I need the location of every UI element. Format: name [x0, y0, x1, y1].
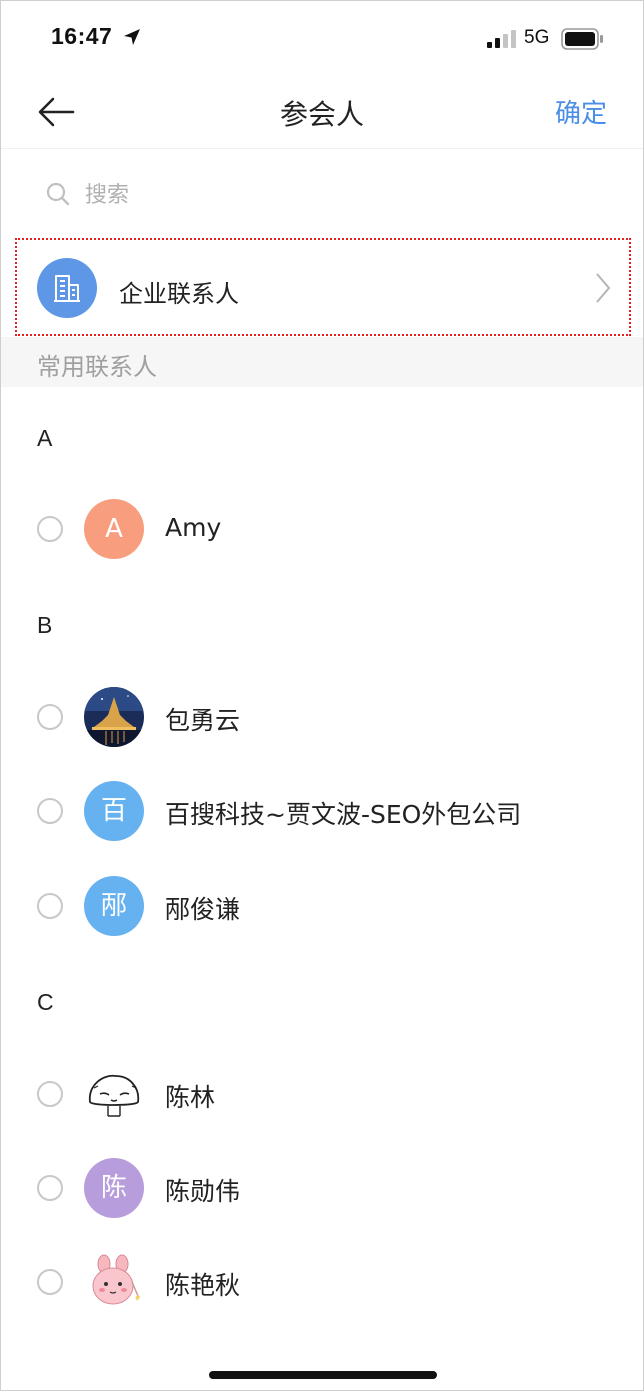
- index-letter: B: [37, 612, 53, 638]
- avatar: 邴: [84, 876, 144, 936]
- contact-name: 邴俊谦: [165, 895, 241, 924]
- chevron-right-icon: [596, 273, 611, 303]
- location-arrow-icon: [124, 29, 140, 45]
- avatar: A: [84, 499, 144, 559]
- avatar-photo: [84, 687, 144, 747]
- contact-row[interactable]: 陈林: [1, 1054, 643, 1134]
- status-bar: 16:47 5G: [1, 1, 643, 75]
- contact-row[interactable]: A Amy: [1, 489, 643, 569]
- contact-name: 陈勋伟: [165, 1177, 241, 1206]
- pink-bunny-icon: [92, 1254, 141, 1305]
- search-bar: [37, 167, 609, 223]
- castle-photo-icon: [84, 687, 144, 747]
- select-radio[interactable]: [37, 1269, 63, 1295]
- sketch-face-icon: [89, 1074, 140, 1117]
- select-radio[interactable]: [37, 704, 63, 730]
- index-letter: A: [37, 425, 53, 451]
- avatar-photo: [84, 1064, 144, 1124]
- home-indicator[interactable]: [209, 1371, 437, 1379]
- signal-icon: [487, 30, 516, 48]
- avatar-photo: [84, 1252, 144, 1312]
- contact-name: 包勇云: [165, 706, 241, 735]
- contact-name: Amy: [165, 513, 222, 542]
- section-title: 常用联系人: [37, 353, 157, 381]
- search-input[interactable]: [85, 175, 585, 215]
- enterprise-label: 企业联系人: [119, 280, 239, 308]
- nav-bar: 参会人 确定: [1, 75, 643, 149]
- avatar: 百: [84, 781, 144, 841]
- contact-row[interactable]: 邴 邴俊谦: [1, 866, 643, 946]
- select-radio[interactable]: [37, 1081, 63, 1107]
- page-title: 参会人: [279, 98, 364, 131]
- search-icon: [46, 182, 70, 206]
- enterprise-avatar: [37, 258, 97, 318]
- contact-row[interactable]: 陈艳秋: [1, 1242, 643, 1322]
- section-header: 常用联系人: [1, 337, 643, 387]
- select-radio[interactable]: [37, 798, 63, 824]
- select-radio[interactable]: [37, 893, 63, 919]
- contact-row[interactable]: 百 百搜科技~贾文波-SEO外包公司: [1, 771, 643, 851]
- select-radio[interactable]: [37, 516, 63, 542]
- confirm-button[interactable]: 确定: [555, 93, 607, 130]
- contact-row[interactable]: 包勇云: [1, 677, 643, 757]
- index-letter: C: [37, 989, 54, 1015]
- enterprise-contacts-entry[interactable]: 企业联系人: [15, 238, 631, 336]
- avatar: 陈: [84, 1158, 144, 1218]
- building-icon: [54, 275, 80, 302]
- select-radio[interactable]: [37, 1175, 63, 1201]
- contact-name: 陈艳秋: [165, 1271, 241, 1300]
- battery-icon: [561, 28, 603, 50]
- status-time: 16:47: [51, 23, 113, 49]
- contact-name: 百搜科技~贾文波-SEO外包公司: [165, 800, 522, 829]
- network-type: 5G: [524, 27, 550, 48]
- screen: 16:47 5G 参会人 确定 搜索 企业联系人 常用联系人 A A Amy B…: [0, 0, 644, 1391]
- contact-row[interactable]: 陈 陈勋伟: [1, 1148, 643, 1228]
- contact-name: 陈林: [165, 1083, 216, 1112]
